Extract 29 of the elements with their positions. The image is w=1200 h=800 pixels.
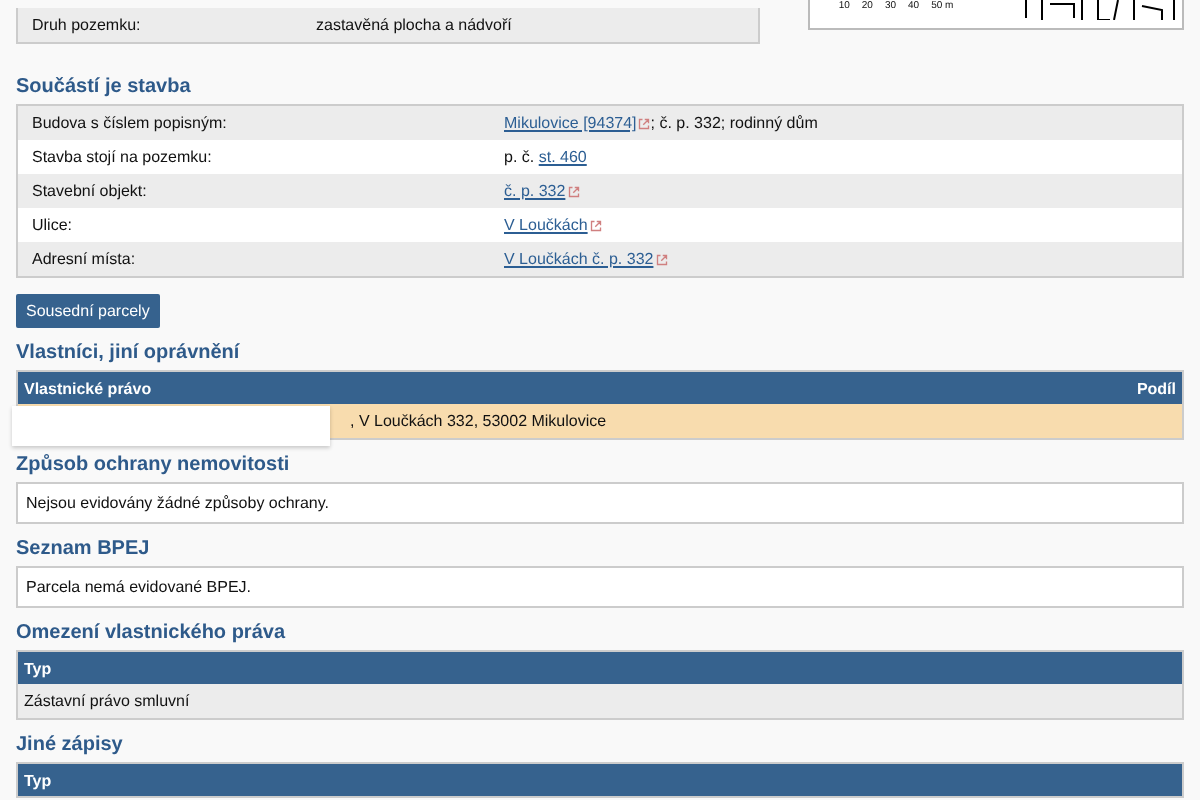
section-heading: Omezení vlastnického práva bbox=[16, 622, 288, 646]
link[interactable]: V Loučkách bbox=[504, 216, 588, 234]
section-heading: Jiné zápisy bbox=[16, 734, 125, 758]
section-heading: Součástí je stavba bbox=[16, 76, 193, 100]
section-heading: Vlastníci, jiní oprávnění bbox=[16, 342, 242, 366]
row-label: Stavba stojí na pozemku: bbox=[30, 148, 214, 166]
column-header: Typ bbox=[24, 771, 52, 789]
section-heading: Seznam BPEJ bbox=[16, 538, 152, 562]
row-label: Budova s číslem popisným: bbox=[30, 114, 229, 132]
cell-text: zastavěná plocha a nádvoří bbox=[316, 16, 512, 34]
table-cell: Zástavní právo smluvní bbox=[18, 684, 1182, 718]
row-label: Druh pozemku: bbox=[30, 16, 143, 34]
owner-address: , V Loučkách 332, 53002 Mikulovice bbox=[350, 412, 607, 430]
section-heading: Způsob ochrany nemovitosti bbox=[16, 454, 292, 478]
link[interactable]: č. p. 332 bbox=[504, 182, 566, 200]
link[interactable]: V Loučkách č. p. 332 bbox=[504, 250, 654, 268]
neighbours-button[interactable]: Sousední parcely bbox=[16, 294, 160, 328]
link[interactable]: Mikulovice [94374] bbox=[504, 114, 637, 132]
link[interactable]: st. 460 bbox=[538, 148, 587, 166]
row-label: Adresní místa: bbox=[30, 250, 138, 268]
cell-text: ; č. p. 332; rodinný dům bbox=[650, 114, 818, 132]
row-label: Ulice: bbox=[30, 216, 75, 234]
column-header: Podíl bbox=[1136, 379, 1176, 397]
column-header: Typ bbox=[24, 659, 52, 677]
column-header: Vlastnické právo bbox=[24, 379, 152, 397]
info-message: Parcela nemá evidované BPEJ. bbox=[16, 566, 1184, 608]
info-message: Nejsou evidovány žádné způsoby ochrany. bbox=[16, 482, 1184, 524]
cell-text: p. č. bbox=[504, 148, 535, 166]
row-label: Stavební objekt: bbox=[30, 182, 149, 200]
